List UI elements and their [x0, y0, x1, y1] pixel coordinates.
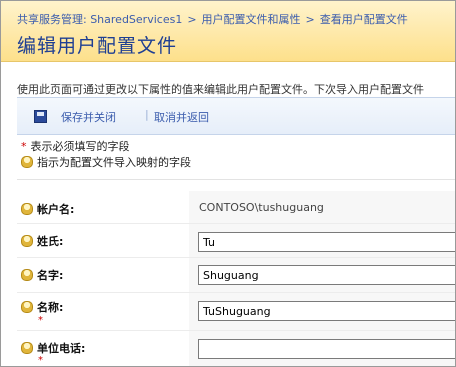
required-legend: * 表示必须填写的字段 — [21, 138, 130, 154]
required-star-icon: * — [21, 140, 27, 153]
database-icon — [21, 156, 33, 168]
field-display-name-label: 名称: — [21, 299, 63, 315]
database-icon — [21, 301, 33, 313]
first-name-input[interactable] — [198, 265, 455, 285]
field-label-text: 帐户名: — [37, 203, 75, 216]
toolbar-divider: | — [145, 108, 149, 121]
required-legend-text: 表示必须填写的字段 — [30, 140, 130, 153]
page-title: 编辑用户配置文件 — [17, 35, 178, 57]
breadcrumb-separator: > — [305, 13, 315, 26]
breadcrumb-profiles-properties[interactable]: 用户配置文件和属性 — [202, 13, 301, 26]
field-last-name-label: 姓氏: — [21, 233, 63, 249]
field-label-text: 名字: — [37, 269, 64, 282]
account-name-value: CONTOSO\tushuguang — [199, 201, 324, 214]
form-separator — [17, 179, 455, 180]
profile-edit-window: 共享服务管理: SharedServices1 > 用户配置文件和属性 > 查看用户配置… — [0, 0, 456, 367]
breadcrumb-shared-services[interactable]: 共享服务管理: SharedServices1 — [17, 13, 182, 26]
last-name-input[interactable] — [198, 232, 455, 252]
display-name-input[interactable] — [198, 301, 455, 321]
field-label-text: 姓氏: — [37, 235, 64, 248]
breadcrumb-separator: > — [187, 13, 197, 26]
database-icon — [21, 342, 33, 354]
database-icon — [21, 235, 33, 247]
title-bar: 共享服务管理: SharedServices1 > 用户配置文件和属性 > 查看用户配置… — [1, 1, 455, 62]
save-and-close-button[interactable]: 保存并关闭 — [61, 109, 116, 125]
database-icon — [21, 203, 33, 215]
database-icon — [21, 269, 33, 281]
field-first-name-label: 名字: — [21, 267, 63, 283]
toolbar: 保存并关闭 | 取消并返回 — [17, 97, 455, 135]
mapped-legend-text: 指示为配置文件导入映射的字段 — [37, 156, 191, 169]
cancel-and-return-button[interactable]: 取消并返回 — [154, 109, 209, 125]
breadcrumb: 共享服务管理: SharedServices1 > 用户配置文件和属性 > 查看用户配置… — [17, 11, 408, 27]
field-work-phone-label: 单位电话: — [21, 340, 85, 356]
field-label-text: 名称: — [37, 301, 64, 314]
required-star-icon: * — [38, 355, 43, 366]
required-star-icon: * — [38, 315, 43, 326]
intro-text: 使用此页面可通过更改以下属性的值来编辑此用户配置文件。下次导入用户配置文件 — [17, 83, 424, 96]
work-phone-input[interactable] — [198, 339, 455, 359]
mapped-legend: 指示为配置文件导入映射的字段 — [21, 154, 191, 170]
field-account-name-label: 帐户名: — [21, 201, 74, 217]
field-label-text: 单位电话: — [37, 342, 86, 355]
save-icon[interactable] — [34, 110, 47, 123]
breadcrumb-view-profiles[interactable]: 查看用户配置文件 — [320, 13, 408, 26]
